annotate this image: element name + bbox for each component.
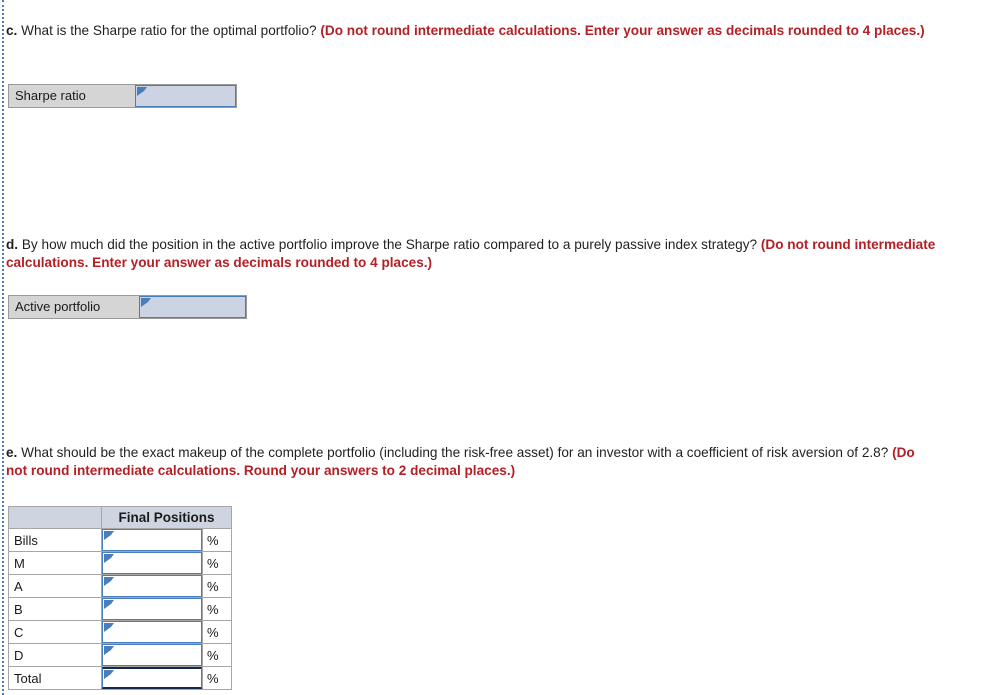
sharpe-ratio-field-cell — [135, 85, 236, 107]
text-cursor-icon — [104, 600, 114, 609]
table-row: Total% — [8, 666, 232, 690]
position-field-cell — [101, 643, 203, 667]
text-cursor-icon — [141, 298, 151, 307]
position-label-c: C — [8, 620, 102, 644]
final-positions-table-body: Bills% M% A% B% C% D% Total% — [8, 528, 232, 690]
position-label-bills: Bills — [8, 528, 102, 552]
position-field-cell — [101, 528, 203, 552]
text-cursor-icon — [137, 87, 147, 96]
position-input-a[interactable] — [102, 575, 202, 597]
position-input-total[interactable] — [102, 667, 202, 689]
table-row: Bills% — [8, 528, 232, 552]
position-input-c[interactable] — [102, 621, 202, 643]
percent-sign: % — [202, 574, 232, 598]
text-cursor-icon — [104, 531, 114, 540]
final-positions-table: Final Positions Bills% M% A% B% C% D% Total% — [8, 506, 232, 690]
position-label-d: D — [8, 643, 102, 667]
question-c-text: What is the Sharpe ratio for the optimal… — [17, 23, 321, 38]
table-row: D% — [8, 643, 232, 667]
position-label-a: A — [8, 574, 102, 598]
position-field-cell — [101, 620, 203, 644]
position-field-cell — [101, 574, 203, 598]
header-final-positions: Final Positions — [101, 506, 232, 529]
percent-sign: % — [202, 666, 232, 690]
position-input-d[interactable] — [102, 644, 202, 666]
position-field-cell — [101, 597, 203, 621]
question-c: c. What is the Sharpe ratio for the opti… — [6, 22, 936, 40]
text-cursor-icon — [104, 554, 114, 563]
position-field-cell — [101, 551, 203, 575]
text-cursor-icon — [104, 670, 114, 679]
table-header-row: Final Positions — [8, 506, 232, 529]
active-portfolio-input[interactable] — [139, 296, 246, 318]
active-portfolio-answer-row: Active portfolio — [8, 295, 247, 319]
left-edge-rule — [2, 0, 4, 695]
percent-sign: % — [202, 620, 232, 644]
header-blank — [8, 506, 102, 529]
sharpe-ratio-answer-row: Sharpe ratio — [8, 84, 237, 108]
text-cursor-icon — [104, 577, 114, 586]
position-field-cell — [101, 666, 203, 690]
percent-sign: % — [202, 597, 232, 621]
sharpe-ratio-label: Sharpe ratio — [9, 85, 135, 107]
question-e-text: What should be the exact makeup of the c… — [17, 445, 893, 460]
position-input-m[interactable] — [102, 552, 202, 574]
table-row: A% — [8, 574, 232, 598]
position-label-total: Total — [8, 666, 102, 690]
question-e: e. What should be the exact makeup of th… — [6, 444, 936, 480]
position-input-b[interactable] — [102, 598, 202, 620]
question-e-letter: e. — [6, 445, 18, 460]
sharpe-ratio-input[interactable] — [135, 85, 236, 107]
question-c-letter: c. — [6, 23, 18, 38]
position-label-m: M — [8, 551, 102, 575]
text-cursor-icon — [104, 623, 114, 632]
question-d: d. By how much did the position in the a… — [6, 236, 946, 272]
question-d-letter: d. — [6, 237, 19, 252]
question-c-note: (Do not round intermediate calculations.… — [320, 23, 925, 38]
final-positions-table-head: Final Positions — [8, 506, 232, 529]
text-cursor-icon — [104, 646, 114, 655]
position-label-b: B — [8, 597, 102, 621]
percent-sign: % — [202, 551, 232, 575]
question-d-text: By how much did the position in the acti… — [18, 237, 761, 252]
percent-sign: % — [202, 528, 232, 552]
active-portfolio-label: Active portfolio — [9, 296, 139, 318]
active-portfolio-field-cell — [139, 296, 246, 318]
percent-sign: % — [202, 643, 232, 667]
table-row: B% — [8, 597, 232, 621]
table-row: M% — [8, 551, 232, 575]
table-row: C% — [8, 620, 232, 644]
position-input-bills[interactable] — [102, 529, 202, 551]
